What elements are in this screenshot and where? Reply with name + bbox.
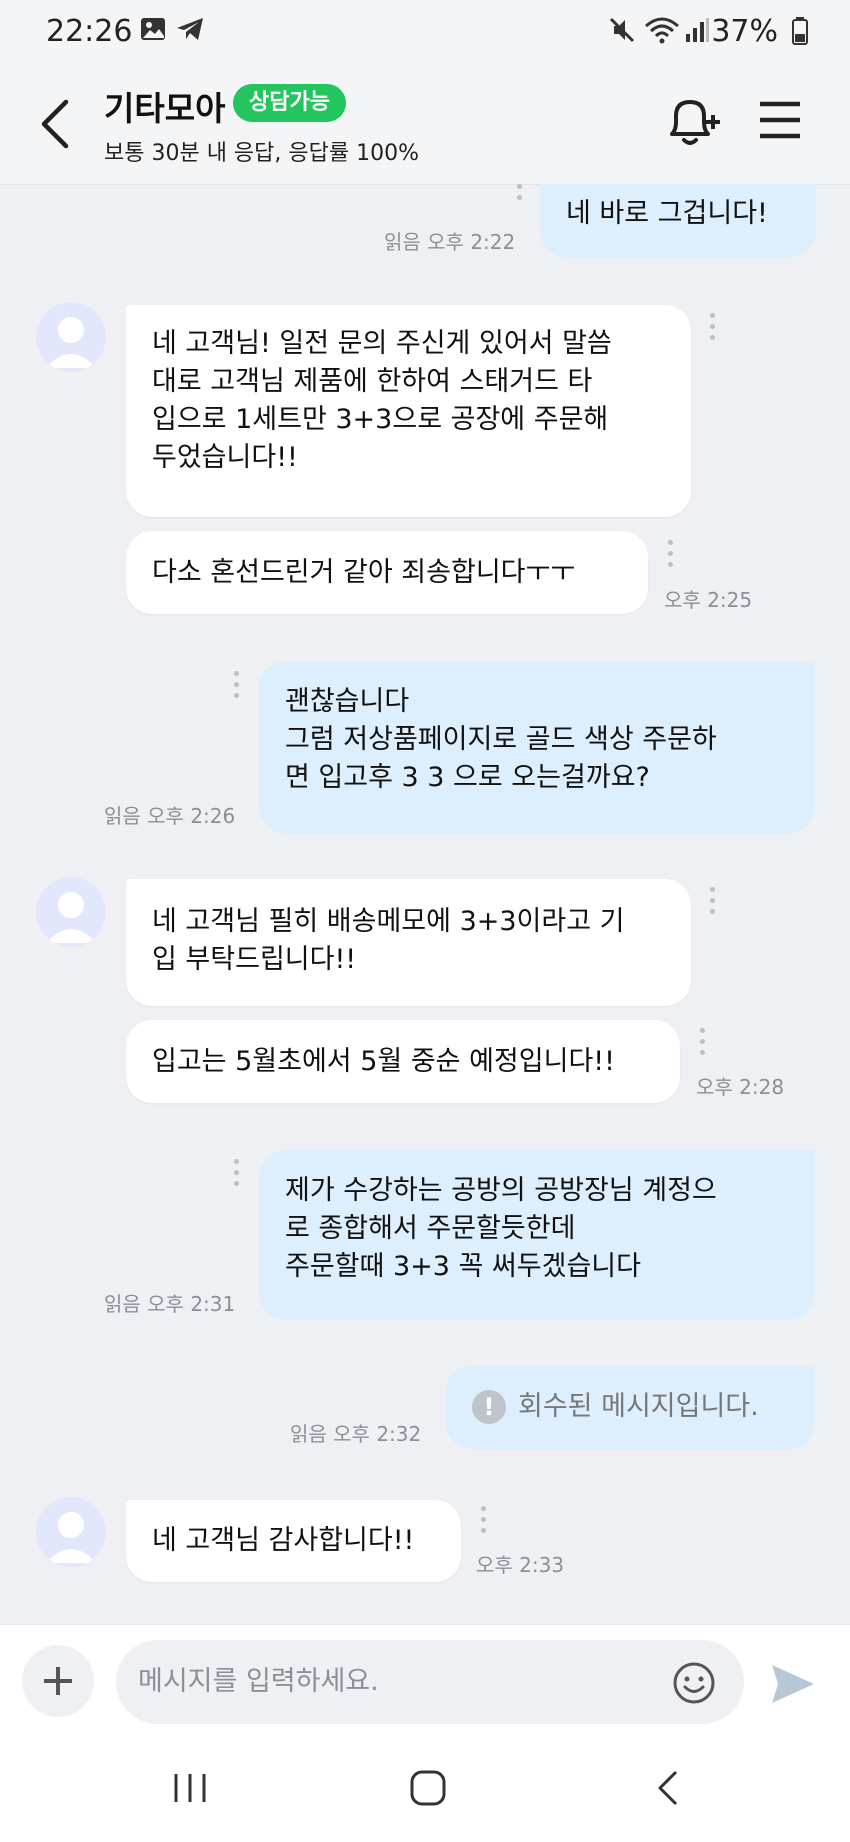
more-options-icon[interactable] <box>234 671 240 705</box>
message-bubble-outgoing[interactable]: 제가 수강하는 공방의 공방장님 계정으 로 종합해서 주문할듯한데 주문할때 … <box>259 1150 815 1320</box>
gallery-icon <box>141 18 165 40</box>
message-meta: 읽음 오후 2:26 <box>104 804 236 828</box>
message-bubble-outgoing[interactable]: 네 바로 그겁니다! <box>540 184 816 257</box>
message-bubble-incoming[interactable]: 다소 혼선드린거 같아 죄송합니다ㅜㅜ <box>126 531 648 614</box>
user-icon <box>46 317 96 368</box>
home-button[interactable] <box>406 1768 450 1808</box>
menu-button[interactable] <box>758 98 802 142</box>
more-options-icon[interactable] <box>700 1028 706 1062</box>
message-meta: 읽음 오후 2:22 <box>384 230 516 254</box>
avatar[interactable] <box>36 1497 106 1567</box>
battery-icon <box>792 17 808 45</box>
message-input[interactable]: 메시지를 입력하세요. <box>116 1640 744 1724</box>
message-input-bar: 메시지를 입력하세요. <box>0 1624 850 1735</box>
user-icon <box>46 1512 96 1563</box>
chat-header: 기타모아 상담가능 보통 30분 내 응답, 응답률 100% <box>0 62 850 185</box>
message-meta: 읽음 오후 2:31 <box>104 1292 236 1316</box>
more-options-icon[interactable] <box>481 1506 487 1540</box>
more-options-icon[interactable] <box>668 540 674 574</box>
chat-title: 기타모아 <box>104 89 226 128</box>
notification-add-button[interactable] <box>662 92 722 152</box>
back-button[interactable] <box>34 96 78 152</box>
user-icon <box>46 892 96 943</box>
message-meta: 오후 2:28 <box>696 1075 785 1099</box>
status-bar: 22:26 37% <box>0 0 850 62</box>
message-bubble-incoming[interactable]: 입고는 5월초에서 5월 중순 예정입니다!! <box>126 1020 680 1103</box>
recalled-message[interactable]: ! 회수된 메시지입니다. <box>446 1365 815 1449</box>
recalled-message-text: 회수된 메시지입니다. <box>518 1391 759 1422</box>
wifi-icon <box>645 17 679 44</box>
attach-button[interactable] <box>22 1645 94 1717</box>
plus-icon <box>44 1667 72 1695</box>
signal-icon <box>686 18 709 42</box>
more-options-icon[interactable] <box>710 313 716 347</box>
message-meta: 오후 2:33 <box>476 1553 565 1577</box>
avatar[interactable] <box>36 877 106 947</box>
avatar[interactable] <box>36 302 106 372</box>
response-info: 보통 30분 내 응답, 응답률 100% <box>104 141 420 166</box>
send-button[interactable] <box>768 1659 818 1709</box>
message-bubble-incoming[interactable]: 네 고객님 감사합니다!! <box>126 1500 461 1582</box>
recent-apps-button[interactable] <box>168 1768 212 1808</box>
status-badge: 상담가능 <box>233 84 346 122</box>
message-bubble-incoming[interactable]: 네 고객님! 일전 문의 주신게 있어서 말씀 대로 고객님 제품에 한하여 스… <box>126 305 691 517</box>
message-meta: 읽음 오후 2:32 <box>290 1422 422 1446</box>
system-nav-bar <box>0 1734 850 1842</box>
emoji-button[interactable] <box>672 1661 716 1705</box>
message-bubble-outgoing[interactable]: 괜찮습니다 그럼 저상품페이지로 골드 색상 주문하 면 입고후 3 3 으로 … <box>259 661 815 833</box>
more-options-icon[interactable] <box>234 1159 240 1193</box>
status-time: 22:26 <box>46 14 133 49</box>
battery-percentage: 37% <box>711 14 778 49</box>
nav-back-button[interactable] <box>646 1768 690 1808</box>
telegram-icon <box>177 18 203 40</box>
message-meta: 오후 2:25 <box>664 588 753 612</box>
more-options-icon[interactable] <box>517 184 523 218</box>
more-options-icon[interactable] <box>710 887 716 921</box>
mute-icon <box>609 17 635 43</box>
warning-icon: ! <box>472 1390 506 1424</box>
message-bubble-incoming[interactable]: 네 고객님 필히 배송메모에 3+3이라고 기 입 부탁드립니다!! <box>126 879 691 1006</box>
